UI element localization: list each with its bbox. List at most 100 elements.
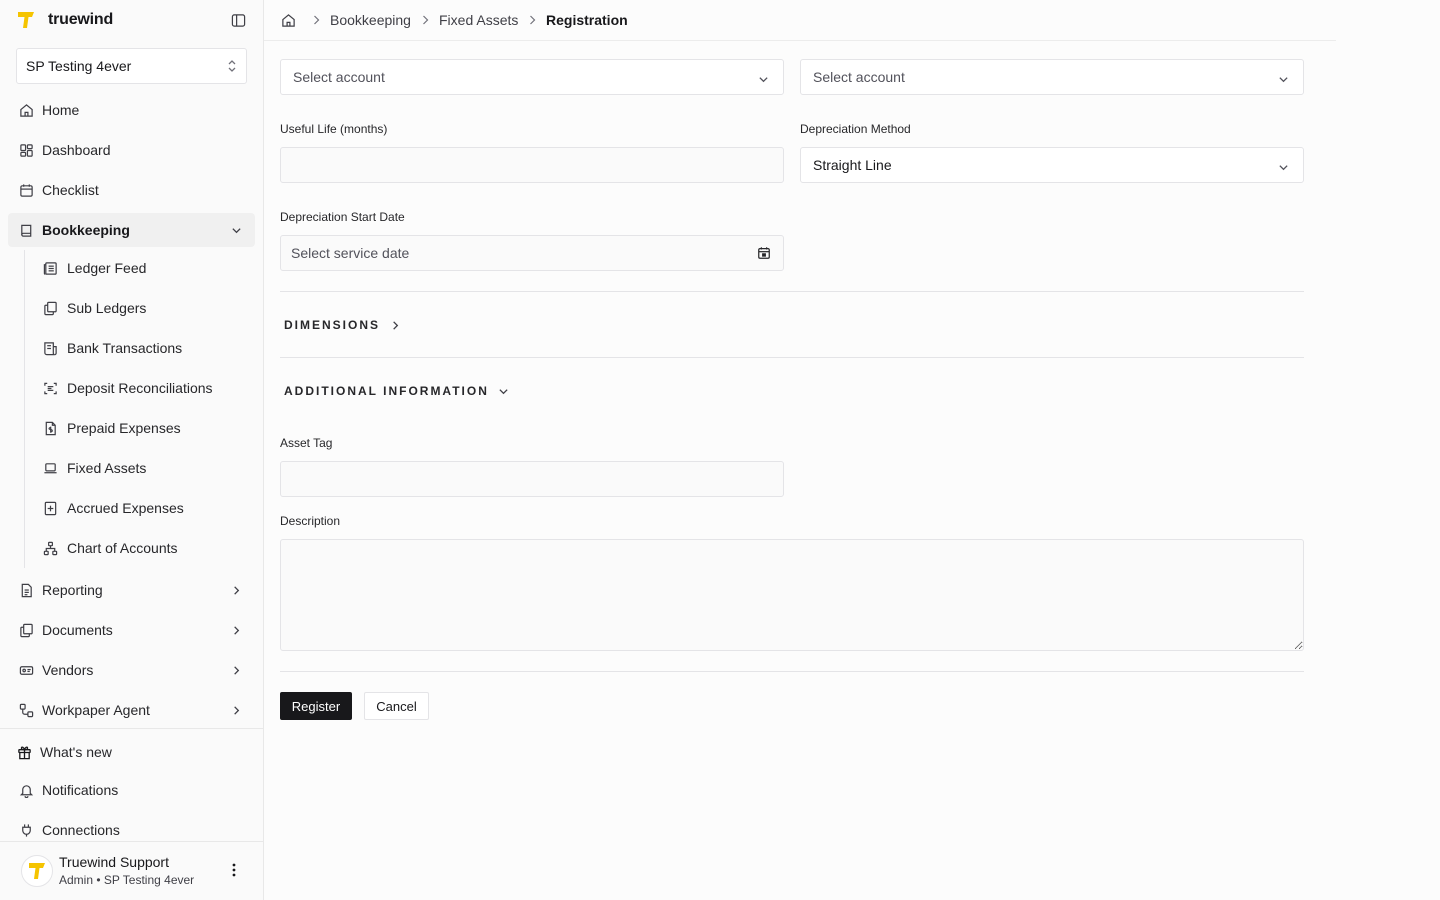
submenu-guide-line bbox=[24, 250, 25, 568]
account-select-2-placeholder: Select account bbox=[813, 69, 905, 85]
sidebar-toggle-icon[interactable] bbox=[229, 11, 247, 29]
chevron-right-icon bbox=[229, 703, 243, 717]
gift-icon bbox=[16, 744, 32, 760]
chart-of-accounts-icon bbox=[42, 540, 58, 556]
organization-select-value: SP Testing 4ever bbox=[26, 58, 132, 74]
sidebar-subitem-prepaid-expenses[interactable]: Prepaid Expenses bbox=[34, 411, 248, 445]
sidebar-subitem-label: Chart of Accounts bbox=[67, 540, 178, 556]
sidebar-item-label: Bookkeeping bbox=[42, 222, 130, 238]
dimensions-toggle[interactable]: DIMENSIONS bbox=[284, 317, 402, 333]
organization-select[interactable]: SP Testing 4ever bbox=[16, 48, 247, 84]
sidebar-item-bookkeeping[interactable]: Bookkeeping bbox=[8, 213, 255, 247]
sidebar-subitem-fixed-assets[interactable]: Fixed Assets bbox=[34, 451, 248, 485]
account-select-2[interactable]: Select account bbox=[800, 59, 1304, 95]
header-divider bbox=[264, 40, 1336, 41]
cancel-button[interactable]: Cancel bbox=[364, 692, 429, 720]
description-textarea[interactable] bbox=[280, 539, 1304, 651]
sidebar-item-checklist[interactable]: Checklist bbox=[8, 173, 255, 207]
chevron-right-icon bbox=[229, 663, 243, 677]
depreciation-start-date-label: Depreciation Start Date bbox=[280, 210, 405, 224]
brand[interactable]: truewind bbox=[16, 8, 113, 32]
sidebar-subitem-label: Fixed Assets bbox=[67, 460, 147, 476]
section-divider bbox=[280, 357, 1304, 358]
chevron-down-icon bbox=[229, 223, 243, 237]
breadcrumb-separator-icon bbox=[311, 14, 321, 26]
breadcrumb-item-bookkeeping[interactable]: Bookkeeping bbox=[330, 12, 411, 28]
breadcrumb-separator-icon bbox=[420, 14, 430, 26]
section-divider bbox=[280, 291, 1304, 292]
vendors-icon bbox=[18, 662, 34, 678]
sidebar-subitem-accrued-expenses[interactable]: Accrued Expenses bbox=[34, 491, 248, 525]
sidebar-subitem-bank-transactions[interactable]: Bank Transactions bbox=[34, 331, 248, 365]
register-button[interactable]: Register bbox=[280, 692, 352, 720]
account-select-1-placeholder: Select account bbox=[293, 69, 385, 85]
sidebar-subitem-label: Sub Ledgers bbox=[67, 300, 147, 316]
deposit-reconciliations-icon bbox=[42, 380, 58, 396]
user-profile[interactable]: Truewind Support Admin • SP Testing 4eve… bbox=[0, 842, 263, 900]
sidebar-subitem-label: Deposit Reconciliations bbox=[67, 380, 213, 396]
sidebar-item-documents[interactable]: Documents bbox=[8, 613, 255, 647]
sidebar-item-workpaper-agent[interactable]: Workpaper Agent bbox=[8, 693, 255, 727]
chevron-right-icon bbox=[229, 583, 243, 597]
sidebar-item-notifications[interactable]: Notifications bbox=[8, 773, 255, 807]
chevron-down-icon bbox=[1278, 160, 1289, 176]
sidebar-subitem-ledger-feed[interactable]: Ledger Feed bbox=[34, 251, 248, 285]
sidebar-item-home[interactable]: Home bbox=[8, 93, 255, 127]
sidebar-item-label: Notifications bbox=[42, 782, 119, 798]
depreciation-method-select[interactable]: Straight Line bbox=[800, 147, 1304, 183]
workflow-icon bbox=[18, 702, 34, 718]
sidebar-item-label: Reporting bbox=[42, 582, 103, 598]
depreciation-start-date-picker[interactable]: Select service date bbox=[280, 235, 784, 271]
app-name: truewind bbox=[48, 11, 114, 28]
sidebar-subitem-label: Ledger Feed bbox=[67, 260, 147, 276]
report-icon bbox=[18, 582, 34, 598]
sidebar-subitem-label: Prepaid Expenses bbox=[67, 420, 181, 436]
prepaid-expenses-icon bbox=[42, 420, 58, 436]
sidebar-subitem-sub-ledgers[interactable]: Sub Ledgers bbox=[34, 291, 248, 325]
useful-life-label: Useful Life (months) bbox=[280, 122, 388, 136]
account-select-1[interactable]: Select account bbox=[280, 59, 784, 95]
breadcrumb-item-current: Registration bbox=[546, 12, 628, 28]
sidebar-item-label: Dashboard bbox=[42, 142, 111, 158]
sidebar-item-label: Documents bbox=[42, 622, 113, 638]
additional-information-toggle[interactable]: ADDITIONAL INFORMATION bbox=[284, 383, 511, 399]
sidebar-subitem-deposit-reconciliations[interactable]: Deposit Reconciliations bbox=[34, 371, 248, 405]
truewind-logo-icon bbox=[16, 10, 36, 30]
more-vertical-icon[interactable] bbox=[226, 862, 242, 878]
sub-ledgers-icon bbox=[42, 300, 58, 316]
ledger-feed-icon bbox=[42, 260, 58, 276]
sidebar-item-label: What's new bbox=[40, 744, 112, 760]
home-icon bbox=[18, 102, 34, 118]
additional-information-label: ADDITIONAL INFORMATION bbox=[284, 384, 489, 398]
chevron-down-icon bbox=[758, 72, 769, 88]
book-icon bbox=[18, 222, 34, 238]
documents-icon bbox=[18, 622, 34, 638]
calendar-check-icon bbox=[18, 182, 34, 198]
sidebar-divider bbox=[0, 728, 263, 729]
chevron-down-icon bbox=[1278, 72, 1289, 88]
sidebar-item-reporting[interactable]: Reporting bbox=[8, 573, 255, 607]
bank-transactions-icon bbox=[42, 340, 58, 356]
bell-icon bbox=[18, 782, 34, 798]
asset-tag-input[interactable] bbox=[280, 461, 784, 497]
calendar-icon[interactable] bbox=[757, 246, 771, 263]
home-icon[interactable] bbox=[280, 12, 296, 28]
sidebar-item-label: Checklist bbox=[42, 182, 99, 198]
sidebar-item-label: Vendors bbox=[42, 662, 94, 678]
useful-life-input[interactable] bbox=[280, 147, 784, 183]
sidebar-item-dashboard[interactable]: Dashboard bbox=[8, 133, 255, 167]
sidebar-item-vendors[interactable]: Vendors bbox=[8, 653, 255, 687]
sidebar-item-label: Workpaper Agent bbox=[42, 702, 150, 718]
sidebar-subitem-label: Accrued Expenses bbox=[67, 500, 184, 516]
sidebar-item-whats-new[interactable]: What's new bbox=[6, 735, 253, 769]
dashboard-icon bbox=[18, 142, 34, 158]
dimensions-label: DIMENSIONS bbox=[284, 318, 381, 332]
depreciation-method-label: Depreciation Method bbox=[800, 122, 911, 136]
section-divider bbox=[280, 671, 1304, 672]
sidebar-subitem-chart-of-accounts[interactable]: Chart of Accounts bbox=[34, 531, 248, 565]
plug-icon bbox=[18, 822, 34, 838]
sidebar: truewind SP Testing 4ever Home Dashboard… bbox=[0, 0, 264, 900]
sidebar-item-label: Home bbox=[42, 102, 80, 118]
sidebar-item-label: Connections bbox=[42, 822, 120, 838]
breadcrumb-item-fixed-assets[interactable]: Fixed Assets bbox=[439, 12, 518, 28]
